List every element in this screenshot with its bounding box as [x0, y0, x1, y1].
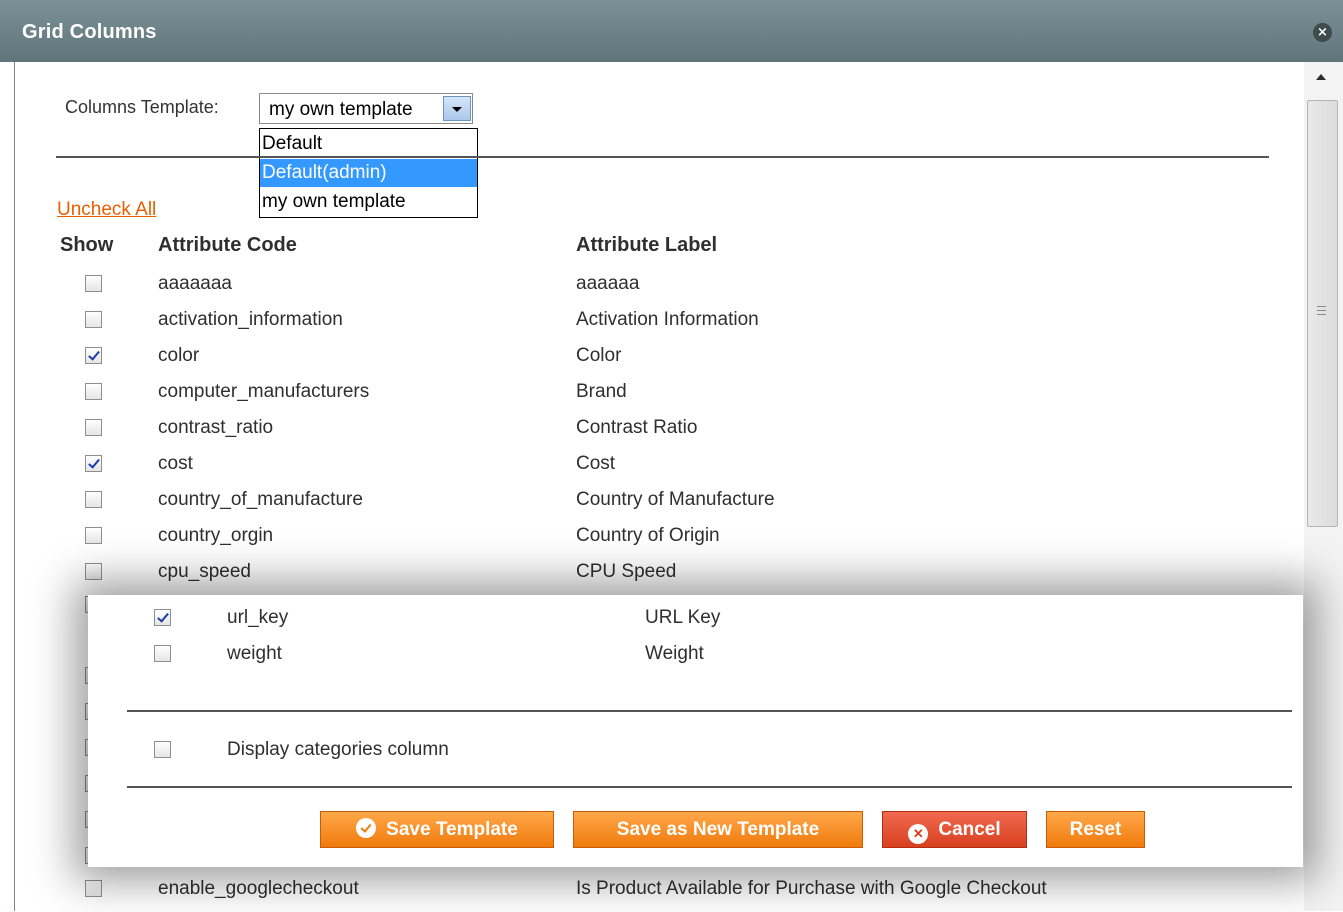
- attribute-label: Contrast Ratio: [576, 417, 698, 438]
- attribute-code: activation_information: [158, 309, 343, 330]
- save-as-new-template-button[interactable]: Save as New Template: [573, 811, 863, 848]
- header-show: Show: [60, 234, 114, 256]
- columns-template-select[interactable]: my own template: [259, 93, 473, 124]
- header-attribute-label: Attribute Label: [576, 234, 718, 256]
- columns-template-label: Columns Template:: [65, 97, 219, 117]
- attribute-label: Brand: [576, 381, 627, 402]
- cancel-button[interactable]: ✕ Cancel: [882, 811, 1027, 848]
- attribute-code: country_orgin: [158, 525, 274, 546]
- table-row: color Color: [0, 343, 1300, 379]
- attribute-code: enable_googlecheckout: [158, 878, 359, 899]
- check-circle-icon: [356, 818, 377, 838]
- show-checkbox[interactable]: [85, 419, 102, 436]
- header-attribute-code: Attribute Code: [158, 234, 297, 256]
- arrow-up-icon[interactable]: [1316, 74, 1326, 80]
- table-row: country_orgin Country of Origin: [0, 523, 1300, 559]
- table-row: weight Weight: [0, 641, 1300, 677]
- show-checkbox[interactable]: [85, 527, 102, 544]
- attribute-code: cost: [158, 453, 193, 474]
- show-checkbox[interactable]: [85, 455, 102, 472]
- option-my-own-template[interactable]: my own template: [260, 188, 477, 216]
- reset-button[interactable]: Reset: [1046, 811, 1145, 848]
- show-checkbox[interactable]: [85, 383, 102, 400]
- attribute-code: weight: [227, 643, 282, 664]
- attribute-label: Country of Origin: [576, 525, 720, 546]
- table-row: enable_googlecheckout Is Product Availabl…: [0, 876, 1300, 912]
- divider: [127, 710, 1292, 712]
- attribute-label: Weight: [645, 643, 704, 664]
- show-checkbox[interactable]: [85, 563, 102, 580]
- show-checkbox[interactable]: [85, 275, 102, 292]
- uncheck-all-link[interactable]: Uncheck All: [57, 199, 156, 221]
- table-row: cost Cost: [0, 451, 1300, 487]
- scrollbar-grip: [1317, 306, 1326, 307]
- option-default[interactable]: Default: [260, 130, 477, 158]
- show-checkbox[interactable]: [85, 347, 102, 364]
- attribute-label: Is Product Available for Purchase with G…: [576, 878, 1047, 899]
- attribute-code: country_of_manufacture: [158, 489, 363, 510]
- attribute-label: aaaaaa: [576, 273, 640, 294]
- table-row: url_key URL Key: [0, 605, 1300, 641]
- chevron-down-icon[interactable]: [443, 96, 471, 121]
- display-categories-checkbox[interactable]: [154, 741, 171, 758]
- show-checkbox[interactable]: [85, 880, 102, 897]
- close-icon[interactable]: ×: [1313, 23, 1332, 42]
- show-checkbox[interactable]: [154, 645, 171, 662]
- save-template-button[interactable]: Save Template: [320, 811, 554, 848]
- scrollbar-grip: [1317, 314, 1326, 315]
- table-row: contrast_ratio Contrast Ratio: [0, 415, 1300, 451]
- attribute-label: CPU Speed: [576, 561, 677, 582]
- attribute-code: aaaaaaa: [158, 273, 232, 294]
- attribute-code: cpu_speed: [158, 561, 251, 582]
- cancel-label: Cancel: [938, 819, 1001, 840]
- scrollbar-grip: [1317, 310, 1326, 311]
- x-circle-icon: ✕: [908, 824, 929, 844]
- attribute-label: Cost: [576, 453, 616, 474]
- show-checkbox[interactable]: [85, 491, 102, 508]
- attribute-label: Activation Information: [576, 309, 759, 330]
- table-row: cpu_speed CPU Speed: [0, 559, 1300, 595]
- table-row: aaaaaaa aaaaaa: [0, 271, 1300, 307]
- attribute-code: url_key: [227, 607, 289, 628]
- dialog-titlebar: [0, 0, 1343, 62]
- attribute-code: computer_manufacturers: [158, 381, 370, 402]
- option-default-admin[interactable]: Default(admin): [260, 159, 477, 187]
- template-dropdown-list[interactable]: Default Default(admin) my own template: [259, 128, 478, 218]
- attribute-code: color: [158, 345, 200, 366]
- attribute-label: URL Key: [645, 607, 721, 628]
- divider: [127, 786, 1292, 788]
- attribute-code: contrast_ratio: [158, 417, 274, 438]
- select-value: my own template: [269, 99, 413, 120]
- show-checkbox[interactable]: [85, 311, 102, 328]
- divider: [56, 156, 1269, 158]
- table-row: computer_manufacturers Brand: [0, 379, 1300, 415]
- save-template-label: Save Template: [386, 819, 518, 840]
- table-row: activation_information Activation Informa…: [0, 307, 1300, 343]
- show-checkbox[interactable]: [154, 609, 171, 626]
- attribute-label: Color: [576, 345, 622, 366]
- table-row: country_of_manufacture Country of Manufac…: [0, 487, 1300, 523]
- attribute-label: Country of Manufacture: [576, 489, 775, 510]
- dialog-title: Grid Columns: [22, 21, 157, 43]
- display-categories-label: Display categories column: [227, 739, 449, 760]
